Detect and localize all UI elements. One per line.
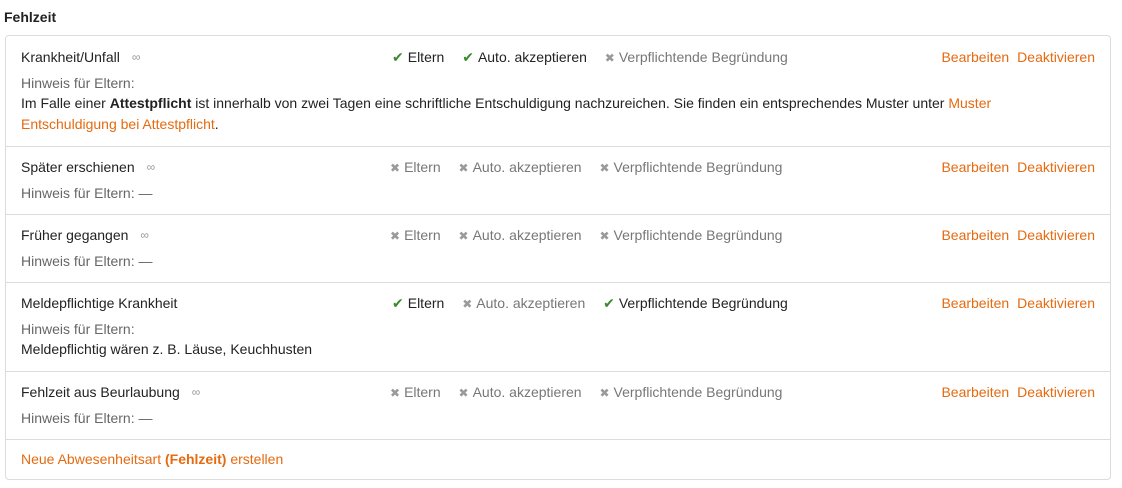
cross-icon: ✖ bbox=[599, 229, 610, 243]
hint-label: Hinweis für Eltern: — bbox=[21, 410, 153, 426]
flag-mandatory-reason: ✔ Verpflichtende Begründung bbox=[603, 295, 788, 311]
hint-label: Hinweis für Eltern: bbox=[21, 321, 135, 337]
absence-row: Meldepflichtige Krankheit ✔ Eltern ✖ Auto.… bbox=[6, 282, 1110, 372]
row-actions: Bearbeiten Deaktivieren bbox=[933, 295, 1095, 311]
check-icon: ✔ bbox=[392, 49, 404, 65]
edit-button[interactable]: Bearbeiten bbox=[941, 159, 1009, 175]
edit-button[interactable]: Bearbeiten bbox=[941, 295, 1009, 311]
row-actions: Bearbeiten Deaktivieren bbox=[933, 384, 1095, 400]
deactivate-button[interactable]: Deaktivieren bbox=[1017, 159, 1095, 175]
absence-name: Fehlzeit aus Beurlaubung bbox=[21, 384, 180, 400]
create-absence-type-link[interactable]: Neue Abwesenheitsart (Fehlzeit) erstelle… bbox=[21, 451, 283, 467]
cross-icon: ✖ bbox=[390, 386, 401, 400]
flag-auto-accept: ✔ Auto. akzeptieren bbox=[462, 49, 587, 65]
cross-icon: ✖ bbox=[458, 386, 469, 400]
glasses-icon: ∞ bbox=[131, 50, 141, 64]
absence-name: Später erschienen bbox=[21, 159, 135, 175]
absence-row: Früher gegangen ∞ ✖ Eltern ✖ Auto. akzeptie… bbox=[6, 214, 1110, 283]
hint-label: Hinweis für Eltern: — bbox=[21, 253, 153, 269]
flags: ✔ Eltern ✖ Auto. akzeptieren ✔ Verpflichten… bbox=[392, 295, 802, 312]
flag-parents: ✖ Eltern bbox=[390, 159, 441, 175]
cross-icon: ✖ bbox=[599, 386, 610, 400]
cross-icon: ✖ bbox=[458, 161, 469, 175]
glasses-icon: ∞ bbox=[191, 385, 201, 399]
row-actions: Bearbeiten Deaktivieren bbox=[933, 49, 1095, 65]
hint-text: Meldepflichtig wären z. B. Läuse, Keuchh… bbox=[21, 341, 313, 357]
edit-button[interactable]: Bearbeiten bbox=[941, 384, 1009, 400]
row-actions: Bearbeiten Deaktivieren bbox=[933, 227, 1095, 243]
flag-parents: ✖ Eltern bbox=[390, 384, 441, 400]
flag-mandatory-reason: ✖ Verpflichtende Begründung bbox=[599, 384, 783, 400]
edit-button[interactable]: Bearbeiten bbox=[941, 227, 1009, 243]
check-icon: ✔ bbox=[392, 295, 404, 311]
hint-label: Hinweis für Eltern: bbox=[21, 75, 135, 91]
absence-row: Fehlzeit aus Beurlaubung ∞ ✖ Eltern ✖ Auto.… bbox=[6, 371, 1110, 440]
flag-auto-accept: ✖ Auto. akzeptieren bbox=[462, 295, 586, 311]
deactivate-button[interactable]: Deaktivieren bbox=[1017, 295, 1095, 311]
absence-name: Krankheit/Unfall bbox=[21, 49, 120, 65]
flag-mandatory-reason: ✖ Verpflichtende Begründung bbox=[599, 159, 783, 175]
glasses-icon: ∞ bbox=[146, 160, 156, 174]
hint-label: Hinweis für Eltern: — bbox=[21, 185, 153, 201]
flag-parents: ✖ Eltern bbox=[390, 227, 441, 243]
check-icon: ✔ bbox=[603, 295, 615, 311]
flag-auto-accept: ✖ Auto. akzeptieren bbox=[458, 159, 582, 175]
flags: ✖ Eltern ✖ Auto. akzeptieren ✖ Verpflichten… bbox=[390, 384, 796, 400]
cross-icon: ✖ bbox=[604, 51, 615, 65]
flag-auto-accept: ✖ Auto. akzeptieren bbox=[458, 384, 582, 400]
row-actions: Bearbeiten Deaktivieren bbox=[933, 159, 1095, 175]
hint-text: Im Falle einer Attestpflicht ist innerha… bbox=[21, 95, 992, 132]
deactivate-button[interactable]: Deaktivieren bbox=[1017, 384, 1095, 400]
absence-types-panel: Krankheit/Unfall ∞ ✔ Eltern ✔ Auto. akzepti… bbox=[5, 35, 1111, 480]
absence-name: Meldepflichtige Krankheit bbox=[21, 295, 178, 311]
check-icon: ✔ bbox=[462, 49, 474, 65]
section-title: Fehlzeit bbox=[4, 9, 57, 25]
edit-button[interactable]: Bearbeiten bbox=[941, 49, 1009, 65]
deactivate-button[interactable]: Deaktivieren bbox=[1017, 227, 1095, 243]
cross-icon: ✖ bbox=[599, 161, 610, 175]
flag-mandatory-reason: ✖ Verpflichtende Begründung bbox=[604, 49, 788, 65]
cross-icon: ✖ bbox=[462, 297, 473, 311]
flag-mandatory-reason: ✖ Verpflichtende Begründung bbox=[599, 227, 783, 243]
flag-parents: ✔ Eltern bbox=[392, 49, 445, 65]
glasses-icon: ∞ bbox=[140, 228, 149, 242]
cross-icon: ✖ bbox=[390, 161, 401, 175]
absence-row: Krankheit/Unfall ∞ ✔ Eltern ✔ Auto. akzepti… bbox=[6, 36, 1110, 147]
deactivate-button[interactable]: Deaktivieren bbox=[1017, 49, 1095, 65]
flag-parents: ✔ Eltern bbox=[392, 295, 445, 311]
flag-auto-accept: ✖ Auto. akzeptieren bbox=[458, 227, 582, 243]
absence-name: Früher gegangen bbox=[21, 227, 129, 243]
cross-icon: ✖ bbox=[458, 229, 469, 243]
flags: ✖ Eltern ✖ Auto. akzeptieren ✖ Verpflichten… bbox=[390, 159, 796, 175]
cross-icon: ✖ bbox=[390, 229, 401, 243]
flags: ✖ Eltern ✖ Auto. akzeptieren ✖ Verpflichten… bbox=[390, 227, 796, 243]
absence-row: Später erschienen ∞ ✖ Eltern ✖ Auto. akzept… bbox=[6, 146, 1110, 215]
flags: ✔ Eltern ✔ Auto. akzeptieren ✖ Verpflichten… bbox=[392, 49, 802, 66]
